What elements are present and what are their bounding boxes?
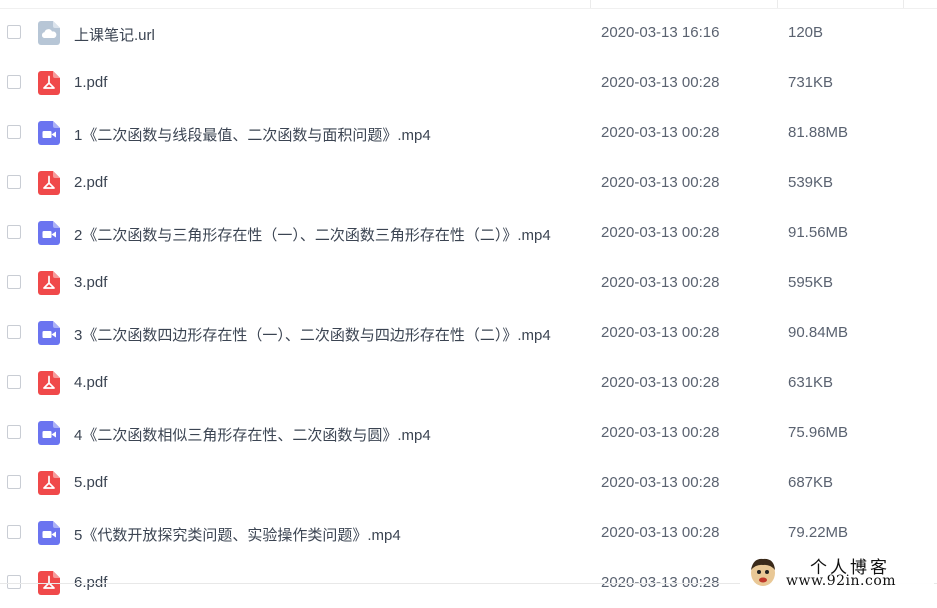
- file-size: 687KB: [788, 474, 834, 491]
- file-row[interactable]: 5《代数开放探究类问题、实验操作类问题》.mp4 2020-03-13 00:28…: [0, 508, 937, 558]
- video-icon: [38, 221, 60, 245]
- file-size: 631KB: [788, 374, 834, 391]
- file-size: 595KB: [788, 274, 834, 291]
- file-name[interactable]: 3《二次函数四边形存在性（一）、二次函数与四边形存在性（二）》.mp4: [74, 324, 551, 345]
- file-size: 120B: [788, 24, 824, 41]
- pdf-icon: [38, 71, 60, 95]
- file-list: 上课笔记.url 2020-03-13 16:16 120B 1.pdf 2020-03…: [0, 8, 937, 608]
- row-checkbox[interactable]: [7, 525, 21, 539]
- watermark-url: www.92in.com: [786, 573, 897, 589]
- file-date: 2020-03-13 00:28: [601, 224, 720, 241]
- file-row[interactable]: 4《二次函数相似三角形存在性、二次函数与圆》.mp4 2020-03-13 00:…: [0, 408, 937, 458]
- file-size: 75.96MB: [788, 424, 849, 441]
- file-date: 2020-03-13 00:28: [601, 524, 720, 541]
- file-row[interactable]: 上课笔记.url 2020-03-13 16:16 120B: [0, 8, 937, 58]
- row-checkbox[interactable]: [7, 275, 21, 289]
- row-checkbox[interactable]: [7, 175, 21, 189]
- file-date: 2020-03-13 00:28: [601, 124, 720, 141]
- video-icon: [38, 121, 60, 145]
- video-icon: [38, 521, 60, 545]
- row-checkbox[interactable]: [7, 25, 21, 39]
- file-name[interactable]: 4《二次函数相似三角形存在性、二次函数与圆》.mp4: [74, 424, 431, 445]
- row-checkbox[interactable]: [7, 125, 21, 139]
- file-name[interactable]: 1.pdf: [74, 74, 107, 91]
- cloud-link-icon: [38, 21, 60, 45]
- file-row[interactable]: 2.pdf 2020-03-13 00:28 539KB: [0, 158, 937, 208]
- file-name[interactable]: 4.pdf: [74, 374, 107, 391]
- file-date: 2020-03-13 00:28: [601, 424, 720, 441]
- pdf-icon: [38, 271, 60, 295]
- file-row[interactable]: 1.pdf 2020-03-13 00:28 731KB: [0, 58, 937, 108]
- file-row[interactable]: 3.pdf 2020-03-13 00:28 595KB: [0, 258, 937, 308]
- file-date: 2020-03-13 00:28: [601, 274, 720, 291]
- row-checkbox[interactable]: [7, 325, 21, 339]
- file-row[interactable]: 4.pdf 2020-03-13 00:28 631KB: [0, 358, 937, 408]
- file-size: 731KB: [788, 74, 834, 91]
- file-date: 2020-03-13 00:28: [601, 474, 720, 491]
- file-size: 79.22MB: [788, 524, 849, 541]
- file-size: 539KB: [788, 174, 834, 191]
- file-date: 2020-03-13 00:28: [601, 374, 720, 391]
- file-row[interactable]: 3《二次函数四边形存在性（一）、二次函数与四边形存在性（二）》.mp4 2020-…: [0, 308, 937, 358]
- file-name[interactable]: 5.pdf: [74, 474, 107, 491]
- file-size: 91.56MB: [788, 224, 849, 241]
- file-size: 90.84MB: [788, 324, 849, 341]
- row-checkbox[interactable]: [7, 475, 21, 489]
- pdf-icon: [38, 171, 60, 195]
- row-checkbox[interactable]: [7, 375, 21, 389]
- file-date: 2020-03-13 00:28: [601, 74, 720, 91]
- file-name[interactable]: 2《二次函数与三角形存在性（一）、二次函数三角形存在性（二）》.mp4: [74, 224, 551, 245]
- file-name[interactable]: 1《二次函数与线段最值、二次函数与面积问题》.mp4: [74, 124, 431, 145]
- column-separator: [777, 0, 778, 8]
- file-date: 2020-03-13 00:28: [601, 324, 720, 341]
- row-checkbox[interactable]: [7, 425, 21, 439]
- file-date: 2020-03-13 16:16: [601, 24, 720, 41]
- file-date: 2020-03-13 00:28: [601, 174, 720, 191]
- watermark: 个人博客 www.92in.com: [740, 552, 934, 592]
- file-name[interactable]: 上课笔记.url: [74, 24, 155, 45]
- avatar: [751, 558, 775, 586]
- row-checkbox[interactable]: [7, 75, 21, 89]
- pdf-icon: [38, 371, 60, 395]
- file-name[interactable]: 3.pdf: [74, 274, 107, 291]
- file-size: 81.88MB: [788, 124, 849, 141]
- video-icon: [38, 421, 60, 445]
- row-checkbox[interactable]: [7, 225, 21, 239]
- file-row[interactable]: 5.pdf 2020-03-13 00:28 687KB: [0, 458, 937, 508]
- file-row[interactable]: 2《二次函数与三角形存在性（一）、二次函数三角形存在性（二）》.mp4 2020-…: [0, 208, 937, 258]
- video-icon: [38, 321, 60, 345]
- file-name[interactable]: 5《代数开放探究类问题、实验操作类问题》.mp4: [74, 524, 401, 545]
- row-checkbox[interactable]: [7, 575, 21, 589]
- column-separator: [590, 0, 591, 8]
- column-separator: [903, 0, 904, 8]
- file-row[interactable]: 1《二次函数与线段最值、二次函数与面积问题》.mp4 2020-03-13 00:…: [0, 108, 937, 158]
- pdf-icon: [38, 471, 60, 495]
- file-name[interactable]: 2.pdf: [74, 174, 107, 191]
